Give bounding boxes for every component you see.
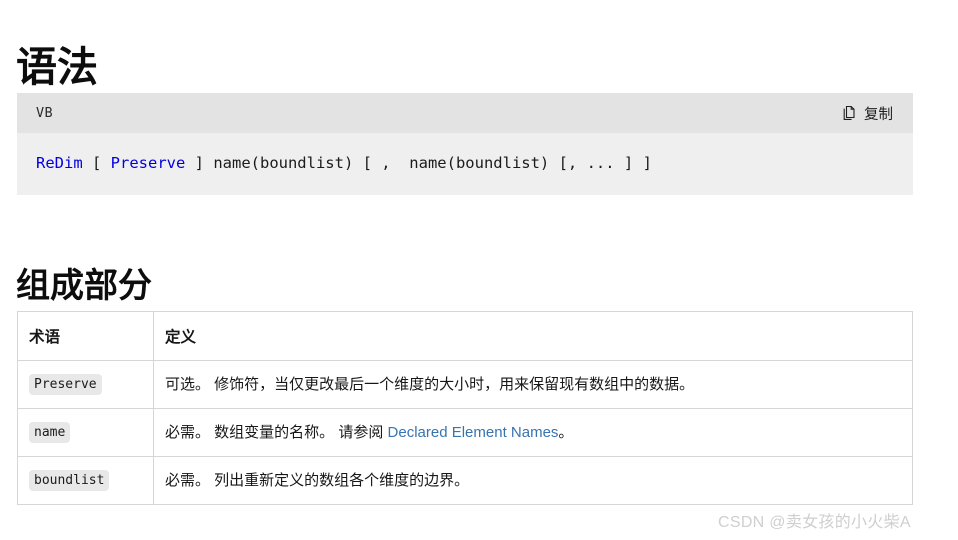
- document-page: 语法 VB 复制 ReDim [ Preserve ] name(boundli…: [0, 0, 958, 540]
- table-header-row: 术语 定义: [17, 311, 913, 361]
- table-row: Preserve 可选。 修饰符，当仅更改最后一个维度的大小时，用来保留现有数组…: [17, 360, 913, 409]
- definition-text: 可选。 修饰符，当仅更改最后一个维度的大小时，用来保留现有数组中的数据。: [165, 375, 695, 393]
- code-keyword-preserve: Preserve: [110, 154, 186, 172]
- code-block-body[interactable]: ReDim [ Preserve ] name(boundlist) [ , n…: [17, 133, 913, 195]
- page-title-parts: 组成部分: [16, 266, 152, 305]
- table-cell-term: boundlist: [17, 456, 154, 505]
- column-header-term: 术语: [17, 311, 154, 361]
- declared-element-names-link[interactable]: Declared Element Names: [388, 424, 559, 441]
- code-block-header: VB 复制: [17, 93, 913, 133]
- column-header-definition: 定义: [153, 311, 913, 361]
- code-language-label: VB: [36, 105, 54, 121]
- table-head: 术语 定义: [17, 311, 913, 361]
- table-cell-definition: 可选。 修饰符，当仅更改最后一个维度的大小时，用来保留现有数组中的数据。: [153, 360, 913, 409]
- parts-table: 术语 定义 Preserve 可选。 修饰符，当仅更改最后一个维度的大小时，用来…: [17, 311, 913, 505]
- watermark: CSDN @卖女孩的小火柴A: [718, 514, 911, 531]
- table-cell-definition: 必需。 数组变量的名称。 请参阅 Declared Element Names。: [153, 408, 913, 457]
- code-chip: Preserve: [29, 374, 102, 395]
- code-line: ReDim [ Preserve ] name(boundlist) [ , n…: [36, 153, 894, 173]
- table-cell-definition: 必需。 列出重新定义的数组各个维度的边界。: [153, 456, 913, 505]
- code-plain-1: [: [82, 154, 111, 172]
- copy-button[interactable]: 复制: [838, 100, 897, 127]
- code-keyword-redim: ReDim: [36, 154, 83, 172]
- code-block: VB 复制 ReDim [ Preserve ] name(boundlist)…: [17, 93, 913, 195]
- table-cell-term: name: [17, 408, 154, 457]
- table-body: Preserve 可选。 修饰符，当仅更改最后一个维度的大小时，用来保留现有数组…: [17, 360, 913, 505]
- copy-button-label: 复制: [864, 106, 893, 123]
- table-row: name 必需。 数组变量的名称。 请参阅 Declared Element N…: [17, 408, 913, 457]
- code-chip: boundlist: [29, 470, 110, 491]
- table-cell-term: Preserve: [17, 360, 154, 409]
- copy-icon: [842, 105, 857, 121]
- definition-text: 必需。 列出重新定义的数组各个维度的边界。: [165, 471, 470, 489]
- definition-text: 必需。 数组变量的名称。 请参阅: [165, 423, 388, 441]
- definition-text-suffix: 。: [558, 423, 574, 441]
- code-plain-2: ] name(boundlist) [ , name(boundlist) [,…: [185, 154, 652, 172]
- code-chip: name: [29, 422, 71, 443]
- page-title-syntax: 语法: [16, 44, 98, 91]
- table-row: boundlist 必需。 列出重新定义的数组各个维度的边界。: [17, 456, 913, 505]
